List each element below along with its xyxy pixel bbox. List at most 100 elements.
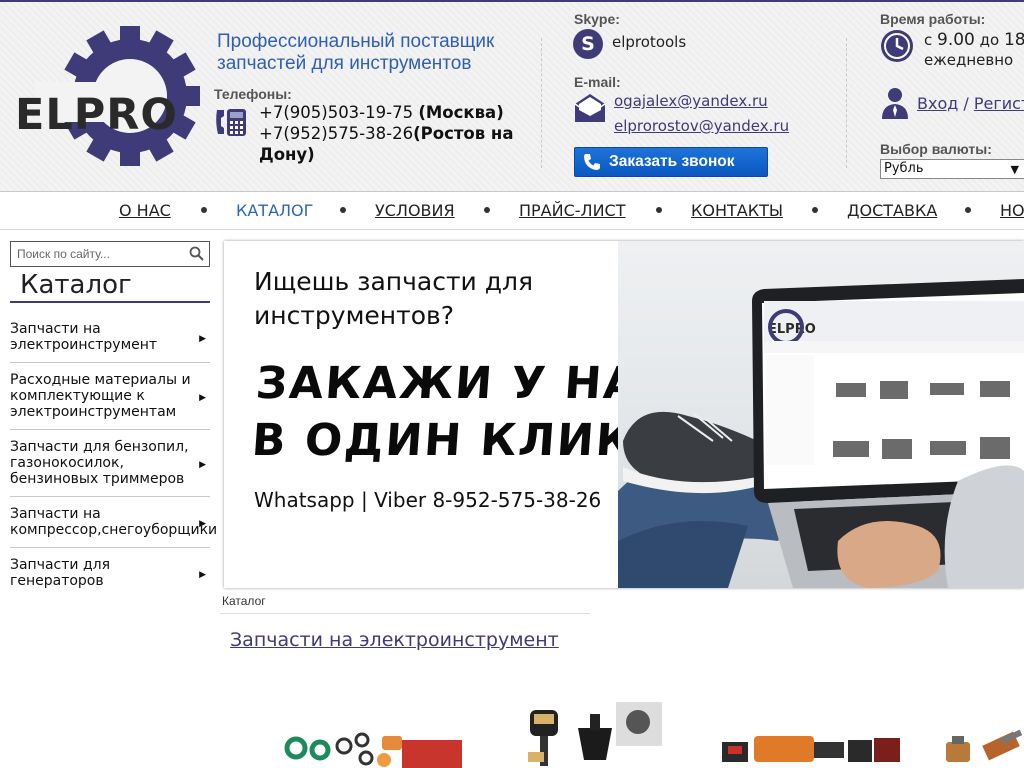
banner-line-3: ЗАКАЖИ У НАС <box>254 358 676 409</box>
login-link[interactable]: Вход <box>917 94 958 113</box>
nav-price-list[interactable]: ПРАЙС-ЛИСТ <box>519 201 625 220</box>
catalog-title: Каталог <box>20 270 132 300</box>
sidebar-divider <box>10 429 210 430</box>
currency-label: Выбор валюты: <box>880 141 992 157</box>
hours-days: ежедневно <box>924 51 1014 69</box>
banner-headline: Ищешь запчасти для инструментов? <box>254 265 533 333</box>
phones-label: Телефоны: <box>214 86 292 102</box>
currency-select[interactable]: Рубль ▼ <box>880 159 1024 179</box>
tagline-line-2: запчастей для инструментов <box>217 53 472 74</box>
sidebar-item-consumables[interactable]: Расходные материалы и комплектующие к эл… <box>10 372 210 420</box>
banner-cta: ЗАКАЖИ У НАС В ОДИН КЛИК→ <box>250 355 679 469</box>
hours-line: с 9.00 до 18 <box>924 30 1024 50</box>
banner-contact: Whatsapp | Viber 8-952-575-38-26 <box>254 488 602 512</box>
sidebar-divider <box>10 362 210 363</box>
header-divider <box>541 38 542 168</box>
breadcrumb-divider <box>220 613 590 614</box>
product-thumbnail[interactable] <box>282 700 462 768</box>
tagline: Профессиональный поставщик запчастей для… <box>217 31 494 75</box>
phone-1[interactable]: +7(905)503-19-75 <box>259 103 413 122</box>
sidebar-item-power-tool-parts[interactable]: Запчасти на электроинструмент ▶ <box>10 321 210 353</box>
hours-from-time: 9.00 <box>937 30 975 50</box>
search-icon[interactable] <box>189 246 204 261</box>
account-links: Вход / Регист <box>917 94 1024 113</box>
phone-line-2: +7(952)575-38-26(Ростов на Дону) <box>259 123 549 165</box>
hours-to-time: 18 <box>1003 30 1024 50</box>
sidebar-divider <box>10 547 210 548</box>
register-link[interactable]: Регист <box>974 94 1024 113</box>
sidebar-item-label: Расходные материалы и комплектующие к эл… <box>10 372 191 420</box>
clock-icon <box>880 29 914 63</box>
skype-label: Skype: <box>574 11 620 27</box>
banner-line-2: инструментов? <box>254 301 455 330</box>
hours-from-prefix: с <box>924 31 938 49</box>
nav-separator-dot <box>656 207 662 213</box>
nav-separator-dot <box>484 207 490 213</box>
tagline-line-1: Профессиональный поставщик <box>217 31 495 52</box>
account-separator: / <box>958 94 974 113</box>
hours-to-prefix: до <box>974 31 1004 49</box>
phone-numbers: +7(905)503-19-75 (Москва) +7(952)575-38-… <box>259 102 549 165</box>
rings-seals-image <box>284 732 462 768</box>
nav-news[interactable]: НО <box>1000 201 1024 220</box>
sidebar-item-label: Запчасти для генераторов <box>10 557 111 589</box>
email-link-1[interactable]: ogajalex@yandex.ru <box>614 92 768 110</box>
breadcrumb[interactable]: Каталог <box>222 594 266 608</box>
sidebar-item-compressor-parts[interactable]: Запчасти на компрессор,снегоуборщики ▶ <box>10 506 218 538</box>
email-link-2[interactable]: elprorostov@yandex.ru <box>614 117 789 135</box>
chevron-right-icon: ▶ <box>199 570 206 580</box>
banner-laptop-photo: ELPRO <box>618 241 1024 588</box>
sidebar-divider <box>10 496 210 497</box>
search-input[interactable]: Поиск по сайту... <box>17 247 110 261</box>
user-icon <box>880 86 910 120</box>
header-divider-2 <box>846 38 847 168</box>
nav-separator-dot <box>340 207 346 213</box>
product-thumbnail[interactable] <box>940 700 1024 768</box>
mail-icon <box>573 92 607 124</box>
phone-2[interactable]: +7(952)575-38-26 <box>259 124 413 143</box>
nav-separator-dot <box>812 207 818 213</box>
catalog-title-underline <box>10 301 210 303</box>
nav-delivery[interactable]: ДОСТАВКА <box>847 201 937 220</box>
logo-text: ELPRO <box>15 90 178 140</box>
section-title-link[interactable]: Запчасти на электроинструмент <box>230 629 559 651</box>
promo-banner[interactable]: Ищешь запчасти для инструментов? ЗАКАЖИ … <box>224 241 1024 588</box>
hours-label: Время работы: <box>880 11 986 27</box>
nav-separator-dot <box>965 207 971 213</box>
request-call-button[interactable]: Заказать звонок <box>574 147 768 177</box>
sidebar-item-label: Запчасти на электроинструмент <box>10 321 158 353</box>
phone-line-1: +7(905)503-19-75 (Москва) <box>259 102 549 123</box>
phone-1-city: (Москва) <box>418 103 504 122</box>
banner-line-4: В ОДИН КЛИК→ <box>250 415 675 466</box>
nav-about[interactable]: О НАС <box>119 201 171 220</box>
currency-selected: Рубль <box>884 161 924 176</box>
email-label: E-mail: <box>574 74 621 90</box>
switch-knobs-image <box>528 702 662 766</box>
telephone-icon <box>214 106 248 138</box>
sidebar-item-label: Запчасти на компрессор,снегоуборщики <box>10 506 218 538</box>
chevron-right-icon: ▶ <box>199 334 206 344</box>
nav-terms[interactable]: УСЛОВИЯ <box>375 201 455 220</box>
product-thumbnail[interactable] <box>520 700 670 768</box>
site-search[interactable]: Поиск по сайту... <box>10 241 210 267</box>
chevron-down-icon: ▼ <box>1010 163 1019 176</box>
nav-separator-dot <box>201 207 207 213</box>
sidebar-item-generator-parts[interactable]: Запчасти для генераторов ▶ <box>10 557 210 589</box>
sidebar-item-label: Запчасти для бензопил, газонокосилок, бе… <box>10 439 189 487</box>
sidebar-item-petrol-tool-parts[interactable]: Запчасти для бензопил, газонокосилок, бе… <box>10 439 210 487</box>
skype-name[interactable]: elprotools <box>612 33 686 51</box>
site-header: ELPRO Профессиональный поставщик запчаст… <box>0 2 1024 192</box>
nav-contacts[interactable]: КОНТАКТЫ <box>691 201 783 220</box>
armatures-image <box>946 729 1023 762</box>
request-call-label: Заказать звонок <box>609 153 735 170</box>
product-thumbnail[interactable] <box>722 700 902 768</box>
svg-text:ELPRO: ELPRO <box>768 322 816 337</box>
chevron-right-icon: ▶ <box>199 460 206 470</box>
nav-catalog[interactable]: КАТАЛОГ <box>236 201 313 220</box>
main-navigation: О НАС КАТАЛОГ УСЛОВИЯ ПРАЙС-ЛИСТ КОНТАКТ… <box>0 192 1024 230</box>
skype-icon: S <box>573 29 603 59</box>
banner-line-1: Ищешь запчасти для <box>254 267 534 296</box>
elpro-logo[interactable]: ELPRO <box>12 24 212 169</box>
phone-handset-icon <box>584 154 600 170</box>
laptop-illustration: ELPRO <box>618 279 1024 588</box>
